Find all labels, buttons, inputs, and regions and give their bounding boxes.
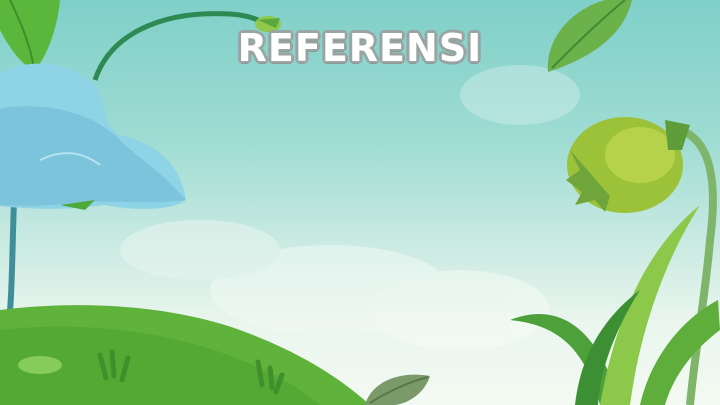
fallen-leaf	[365, 374, 430, 405]
slide-canvas: REFERENSI	[0, 0, 720, 405]
slide-title: REFERENSI	[237, 26, 483, 70]
clouds	[120, 65, 580, 350]
